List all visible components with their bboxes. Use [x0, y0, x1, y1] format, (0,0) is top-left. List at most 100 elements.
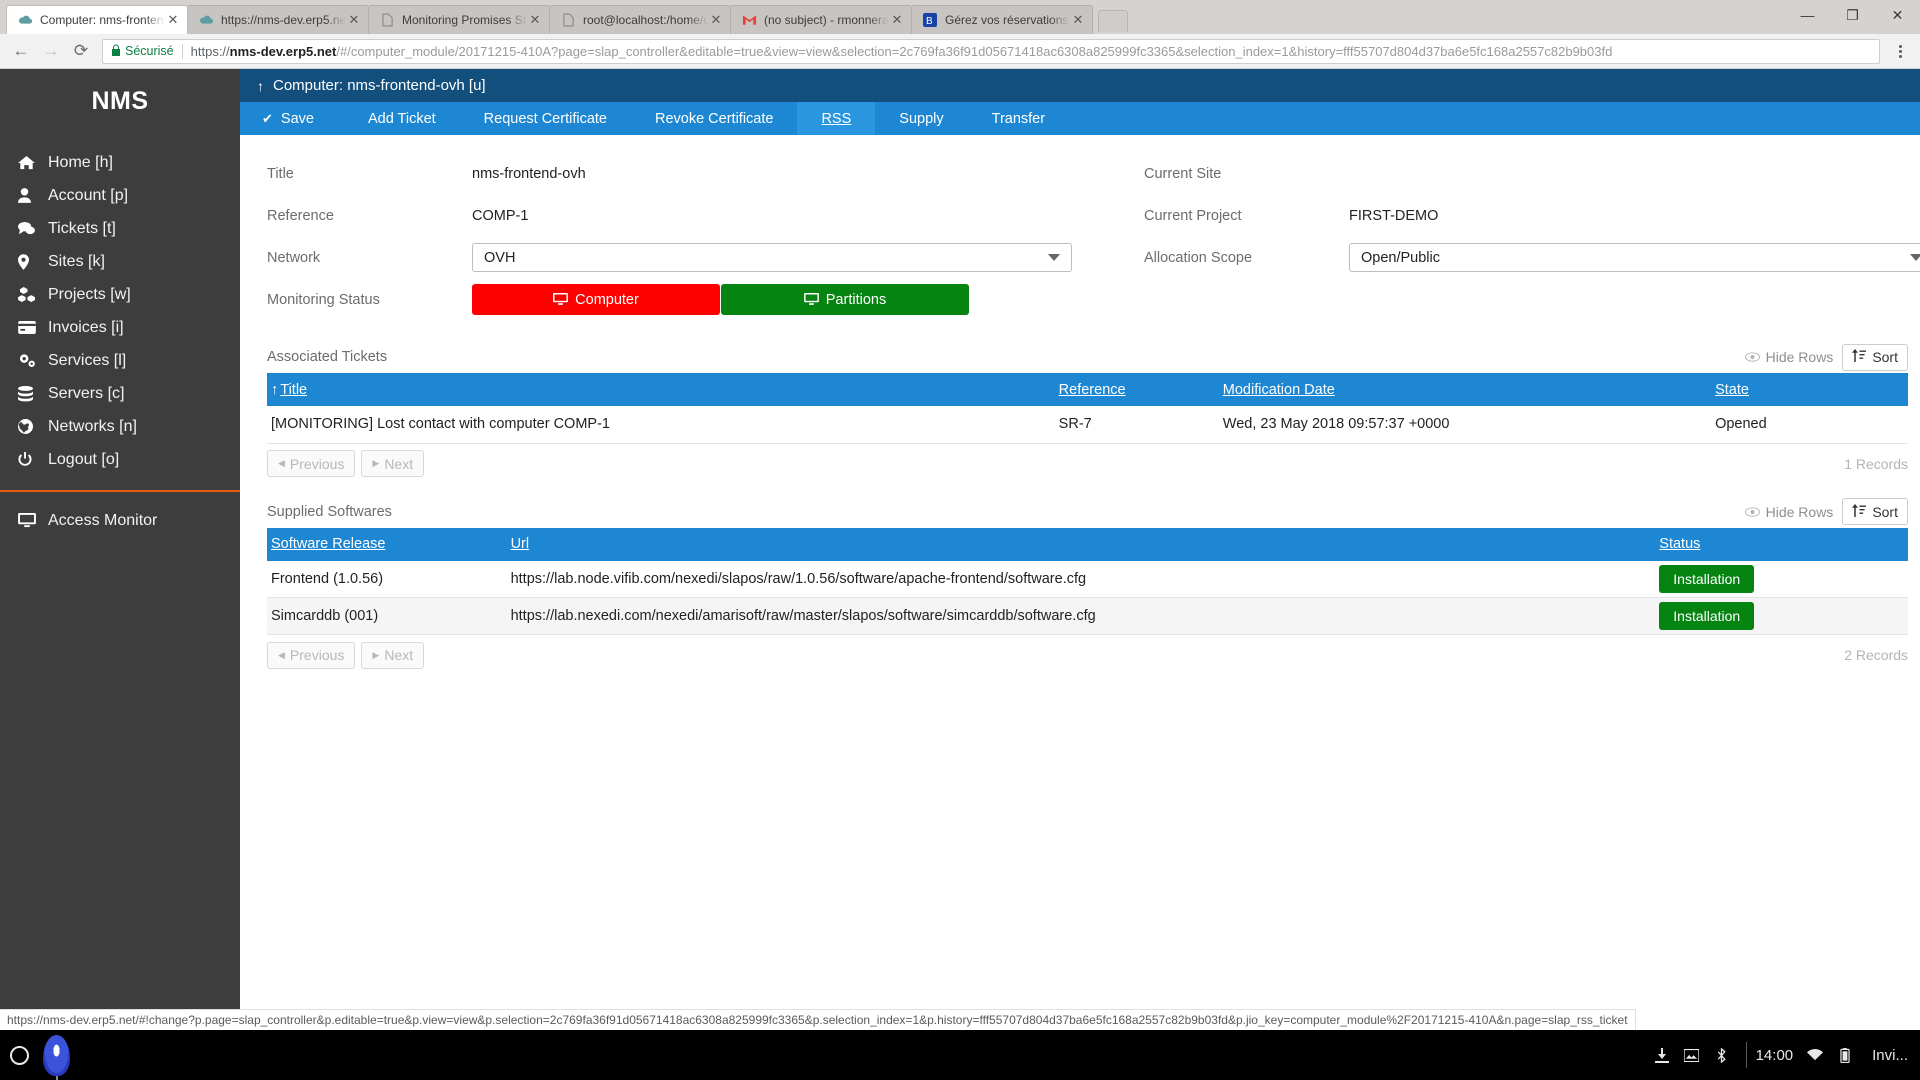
sidebar-item-access-monitor[interactable]: Access Monitor — [0, 504, 240, 537]
monitoring-partitions-button[interactable]: Partitions — [721, 284, 969, 315]
sidebar-item-tickets[interactable]: Tickets [t] — [0, 212, 240, 245]
next-button[interactable]: ▶ Next — [361, 450, 425, 477]
sidebar-item-servers[interactable]: Servers [c] — [0, 377, 240, 410]
browser-tab-1[interactable]: Computer: nms-frontend ✕ — [6, 5, 188, 34]
close-icon[interactable]: ✕ — [346, 12, 362, 28]
forward-icon[interactable]: → — [36, 36, 66, 66]
browser-tab-5[interactable]: (no subject) - rmonnerat ✕ — [730, 5, 912, 34]
revoke-certificate-button[interactable]: Revoke Certificate — [631, 102, 797, 135]
previous-button[interactable]: ◀ Previous — [267, 641, 356, 669]
taskbar-clock[interactable]: 14:00 — [1756, 1047, 1794, 1064]
field-value: COMP-1 — [472, 207, 529, 224]
add-ticket-button[interactable]: Add Ticket — [344, 102, 460, 135]
table-row[interactable]: Frontend (1.0.56) https://lab.node.vifib… — [267, 560, 1908, 598]
hide-rows-button[interactable]: Hide Rows — [1736, 344, 1843, 371]
lock-icon — [111, 44, 121, 59]
search-circle-icon[interactable] — [10, 1045, 29, 1065]
browser-tab-6[interactable]: B Gérez vos réservations - E ✕ — [911, 5, 1093, 34]
sort-label: Sort — [1872, 503, 1898, 520]
battery-icon[interactable] — [1830, 1047, 1860, 1063]
records-count: 2 Records — [1844, 647, 1908, 663]
bluetooth-icon[interactable] — [1707, 1047, 1737, 1063]
sort-button[interactable]: Sort — [1842, 498, 1908, 525]
status-badge[interactable]: Installation — [1659, 602, 1755, 630]
taskbar-user-label[interactable]: Invi... — [1872, 1047, 1908, 1064]
sidebar-item-projects[interactable]: Projects [w] — [0, 278, 240, 311]
up-arrow-icon[interactable]: ↑ — [257, 78, 264, 94]
table-body: [MONITORING] Lost contact with computer … — [267, 406, 1908, 444]
close-icon[interactable]: ✕ — [889, 12, 905, 28]
rss-button[interactable]: RSS — [797, 102, 876, 135]
browser-menu-icon[interactable] — [1886, 36, 1914, 66]
address-bar[interactable]: Sécurisé https://nms-dev.erp5.net/#/comp… — [102, 38, 1880, 64]
maximize-icon[interactable]: ❐ — [1830, 0, 1875, 30]
allocation-scope-select[interactable]: Open/Public — [1349, 243, 1920, 272]
sidebar-item-label: Account [p] — [48, 186, 129, 204]
cell-url: https://lab.node.vifib.com/nexedi/slapos… — [506, 560, 1656, 598]
chrome-app-icon[interactable] — [43, 1034, 70, 1076]
close-icon[interactable]: ✕ — [527, 12, 543, 28]
wifi-icon[interactable] — [1800, 1049, 1830, 1061]
transfer-button[interactable]: Transfer — [968, 102, 1069, 135]
close-icon[interactable]: ✕ — [165, 12, 181, 28]
globe-icon — [18, 419, 48, 434]
column-title[interactable]: ↑ Title — [267, 373, 1055, 406]
listbox-title: Associated Tickets — [267, 349, 388, 365]
sidebar-item-networks[interactable]: Networks [n] — [0, 410, 240, 443]
chevron-down-icon — [1048, 254, 1060, 261]
supply-button[interactable]: Supply — [875, 102, 967, 135]
column-label: Modification Date — [1222, 381, 1335, 398]
browser-tab-4[interactable]: root@localhost:/home/c ✕ — [549, 5, 731, 34]
save-button[interactable]: ✔ Save — [240, 102, 344, 135]
previous-button[interactable]: ◀ Previous — [267, 450, 356, 477]
page-title: Computer: nms-frontend-ovh [u] — [273, 77, 486, 94]
previous-label: Previous — [289, 647, 345, 663]
column-software-release[interactable]: Software Release — [267, 527, 507, 561]
taskbar-tray: 14:00 Invi... — [1647, 1042, 1908, 1068]
status-badge[interactable]: Installation — [1659, 564, 1755, 593]
download-icon[interactable] — [1647, 1047, 1677, 1063]
cloud-icon — [198, 12, 214, 28]
table-row[interactable]: Simcarddb (001) https://lab.nexedi.com/n… — [267, 597, 1908, 635]
listbox-tools: Hide Rows Sort — [1736, 498, 1908, 525]
minimize-icon[interactable]: — — [1785, 0, 1830, 30]
previous-label: Previous — [289, 455, 345, 472]
sidebar-item-label: Access Monitor — [48, 511, 158, 529]
browser-tab-2[interactable]: https://nms-dev.erp5.net ✕ — [187, 5, 369, 34]
monitoring-computer-button[interactable]: Computer — [472, 284, 720, 315]
back-icon[interactable]: ← — [6, 36, 36, 66]
close-window-icon[interactable]: ✕ — [1875, 0, 1920, 30]
check-icon: ✔ — [262, 110, 273, 126]
secure-label: Sécurisé — [125, 44, 174, 58]
column-reference[interactable]: Reference — [1054, 373, 1219, 406]
column-modification-date[interactable]: Modification Date — [1218, 373, 1712, 406]
table-row[interactable]: [MONITORING] Lost contact with computer … — [267, 406, 1908, 444]
sort-button[interactable]: Sort — [1842, 343, 1908, 371]
tab-title: Gérez vos réservations - E — [945, 13, 1070, 27]
associated-tickets-table: ↑ Title Reference Modification Date State… — [267, 373, 1908, 444]
network-select[interactable]: OVH — [472, 243, 1072, 272]
select-value: Open/Public — [1361, 249, 1440, 266]
request-certificate-button[interactable]: Request Certificate — [460, 102, 631, 135]
next-button[interactable]: ▶ Next — [361, 641, 425, 669]
column-state[interactable]: State — [1711, 373, 1908, 406]
eye-icon — [1744, 349, 1760, 365]
sidebar-item-services[interactable]: Services [l] — [0, 344, 240, 377]
column-url[interactable]: Url — [506, 527, 1656, 561]
sidebar-item-invoices[interactable]: Invoices [i] — [0, 311, 240, 344]
browser-tab-3[interactable]: Monitoring Promises Sta ✕ — [368, 5, 550, 34]
hide-rows-button[interactable]: Hide Rows — [1736, 498, 1843, 525]
cell-software-release: Frontend (1.0.56) — [267, 560, 507, 598]
close-icon[interactable]: ✕ — [708, 12, 724, 28]
new-tab-button[interactable] — [1098, 10, 1128, 32]
close-icon[interactable]: ✕ — [1070, 12, 1086, 28]
reload-icon[interactable]: ⟳ — [66, 36, 96, 66]
sidebar-item-logout[interactable]: Logout [o] — [0, 443, 240, 476]
column-status[interactable]: Status — [1655, 527, 1908, 561]
sidebar-item-sites[interactable]: Sites [k] — [0, 245, 240, 278]
image-icon[interactable] — [1677, 1048, 1707, 1062]
booking-icon: B — [922, 12, 938, 28]
form-area: Title nms-frontend-ovh Reference COMP-1 … — [240, 135, 1920, 325]
sidebar-item-home[interactable]: Home [h] — [0, 146, 240, 179]
sidebar-item-account[interactable]: Account [p] — [0, 179, 240, 212]
